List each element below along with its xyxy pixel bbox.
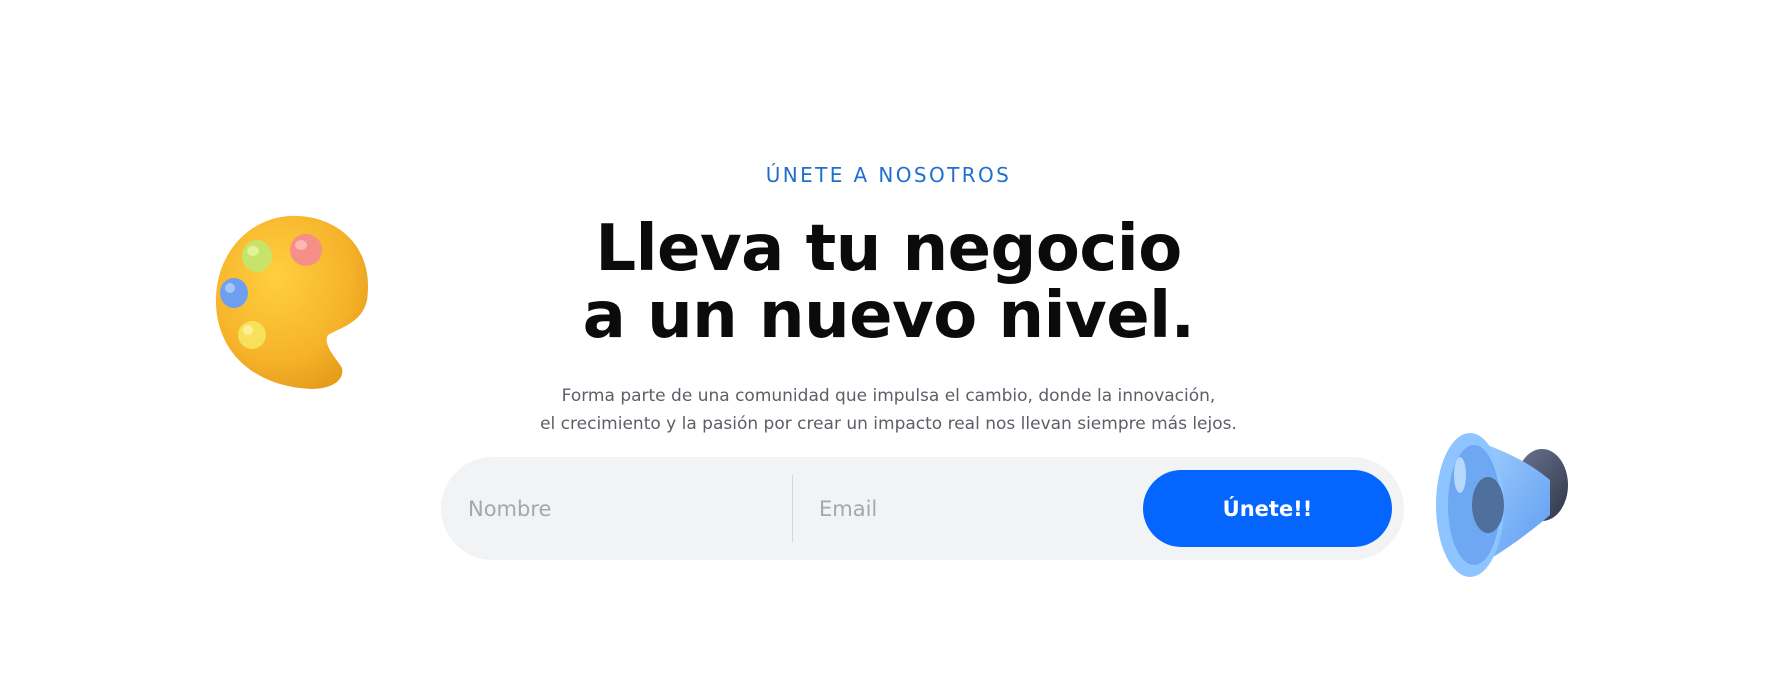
field-divider xyxy=(792,475,793,542)
name-input[interactable] xyxy=(468,469,788,548)
email-input[interactable] xyxy=(819,469,1139,548)
signup-form: Únete!! xyxy=(441,457,1404,560)
paint-palette-icon xyxy=(215,215,369,389)
megaphone-speaker-icon xyxy=(1436,433,1568,577)
join-button[interactable]: Únete!! xyxy=(1143,470,1392,547)
section-eyebrow: ÚNETE A NOSOTROS xyxy=(765,163,1012,187)
